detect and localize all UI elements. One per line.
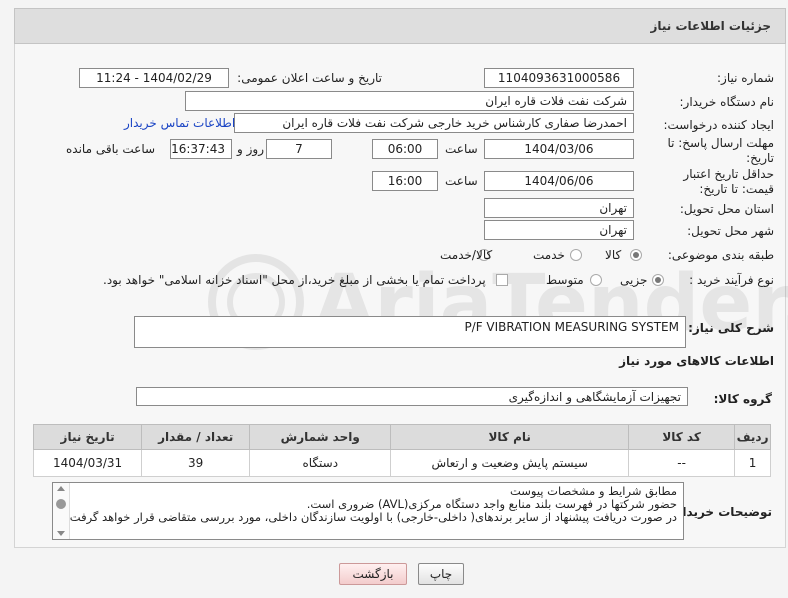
col-row: ردیف [734,424,771,450]
goods-table-header: ردیف کد کالا نام کالا واحد شمارش تعداد /… [32,424,771,450]
buyer-notes-label: توضیحات خریدار: [670,505,772,519]
print-button[interactable]: چاپ [418,563,464,585]
col-code: کد کالا [628,424,736,450]
cell-row: 1 [734,449,771,477]
treasury-payment-checkbox[interactable] [496,274,508,286]
reply-deadline-label: مهلت ارسال پاسخ: تا تاریخ: [667,136,774,165]
scroll-down-icon[interactable] [57,531,65,536]
description-text: P/F VIBRATION MEASURING SYSTEM [464,320,679,334]
table-row[interactable]: 1 -- سیستم پایش وضعیت و ارتعاش دستگاه 39… [32,449,771,477]
buyer-org-label: نام دستگاه خریدار: [679,95,775,109]
reply-time-field: 06:00 [372,139,438,159]
need-number-field: 1104093631000586 [484,68,634,88]
description-field: P/F VIBRATION MEASURING SYSTEM [134,316,686,348]
category-label: طبقه بندی موضوعی: [667,248,774,262]
scroll-up-icon[interactable] [57,486,65,491]
validity-time-field: 16:00 [372,171,438,191]
province-field: تهران [484,198,634,218]
validity-time-label: ساعت [445,174,478,188]
contact-info-link[interactable]: اطلاعات تماس خریدار [124,116,235,130]
buyer-org-field: شرکت نفت فلات قاره ایران [185,91,634,111]
buyer-note-line: در صورت دریافت پیشنهاد از سایر برندهای( … [66,510,677,524]
process-option-minor: جزیی [620,273,648,287]
remaining-time-label: ساعت باقی مانده [66,142,156,156]
col-qty: تعداد / مقدار [141,424,251,450]
page-title: جزئیات اطلاعات نیاز [650,19,771,33]
reply-time-label: ساعت [445,142,478,156]
creator-field: احمدرضا صفاری کارشناس خرید خارجی شرکت نف… [234,113,634,133]
city-field: تهران [484,220,634,240]
cell-qty: 39 [141,449,251,477]
col-unit: واحد شمارش [249,424,392,450]
days-label: روز و [237,142,264,156]
province-label: استان محل تحویل: [679,202,774,216]
process-label: نوع فرآیند خرید : [689,273,774,287]
process-radio-minor[interactable] [652,274,664,286]
cell-name: سیستم پایش وضعیت و ارتعاش [390,449,630,477]
category-radio-goods[interactable] [630,249,642,261]
notes-scrollbar[interactable] [53,483,70,539]
cell-unit: دستگاه [249,449,392,477]
announce-label: تاریخ و ساعت اعلان عمومی: [237,71,382,85]
city-label: شهر محل تحویل: [687,224,774,238]
category-option-goods: کالا [605,248,622,262]
reply-date-field: 1404/03/06 [484,139,634,159]
days-field: 7 [266,139,332,159]
goods-section-title: اطلاعات کالاهای مورد نیاز [619,354,774,368]
category-option-service: خدمت [533,248,565,262]
cell-code: -- [628,449,736,477]
treasury-payment-note: پرداخت تمام یا بخشی از مبلغ خرید،از محل … [103,273,486,287]
description-label: شرح کلی نیاز: [688,321,774,335]
need-number-label: شماره نیاز: [717,71,774,85]
page-header: جزئیات اطلاعات نیاز [14,8,786,44]
process-radio-medium[interactable] [590,274,602,286]
col-date: تاریخ نیاز [32,424,143,450]
creator-label: ایجاد کننده درخواست: [663,118,774,132]
goods-group-field: تجهیزات آزمایشگاهی و اندازه‌گیری [136,387,688,406]
validity-label: حداقل تاریخ اعتبار قیمت: تا تاریخ: [683,167,774,196]
goods-table: ردیف کد کالا نام کالا واحد شمارش تعداد /… [32,424,771,477]
category-option-both: کالا/خدمت [440,248,493,262]
back-button[interactable]: بازگشت [339,563,407,585]
scroll-thumb[interactable] [56,499,66,509]
remaining-time-field: 16:37:43 [170,139,232,159]
validity-date-field: 1404/06/06 [484,171,634,191]
goods-group-label: گروه کالا: [713,392,772,406]
category-radio-service[interactable] [570,249,582,261]
buyer-notes-field: مطابق شرایط و مشخصات پیوست حضور شرکتها د… [52,482,684,540]
process-option-medium: متوسط [546,273,584,287]
col-name: نام کالا [390,424,630,450]
cell-date: 1404/03/31 [32,449,143,477]
announce-field: 1404/02/29 - 11:24 [79,68,229,88]
